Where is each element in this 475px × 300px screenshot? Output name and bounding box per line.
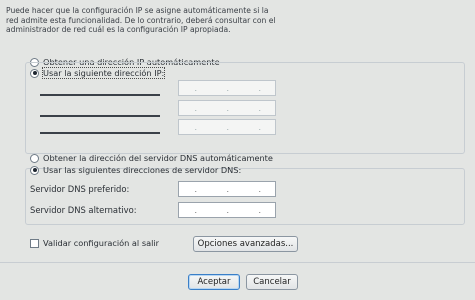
ok-button[interactable]: Aceptar xyxy=(188,274,240,290)
description-line: administrador de red cuál es la configur… xyxy=(6,25,231,34)
dns-auto-radio[interactable] xyxy=(30,153,39,163)
cancel-button[interactable]: Cancelar xyxy=(246,274,298,290)
alternate-dns-label: Servidor DNS alternativo: xyxy=(30,205,137,215)
description-line: Puede hacer que la configuración IP se a… xyxy=(6,6,269,15)
dns-manual-label: Usar las siguientes direcciones de servi… xyxy=(43,165,242,175)
ip-manual-option[interactable]: Usar la siguiente dirección IP: xyxy=(30,67,166,79)
validate-option[interactable]: Validar configuración al salir xyxy=(30,238,159,248)
gateway-label-bar xyxy=(40,132,160,134)
ip-manual-radio[interactable] xyxy=(30,68,39,78)
alternate-dns-field[interactable]: ... xyxy=(178,202,276,218)
subnet-mask-label-bar xyxy=(40,115,160,117)
ip-address-field[interactable]: ... xyxy=(178,80,276,96)
gateway-field[interactable]: ... xyxy=(178,119,276,135)
preferred-dns-field[interactable]: ... xyxy=(178,181,276,197)
ip-address-label-bar xyxy=(40,94,160,96)
description-line: red admite esta funcionalidad. De lo con… xyxy=(6,15,276,25)
preferred-dns-label: Servidor DNS preferido: xyxy=(30,184,130,194)
separator xyxy=(0,262,475,263)
dns-auto-option[interactable]: Obtener la dirección del servidor DNS au… xyxy=(30,153,273,163)
dns-manual-radio[interactable] xyxy=(30,165,39,175)
dns-manual-option[interactable]: Usar las siguientes direcciones de servi… xyxy=(30,165,241,175)
subnet-mask-field[interactable]: ... xyxy=(178,100,276,116)
validate-label: Validar configuración al salir xyxy=(43,238,160,248)
dns-auto-label: Obtener la dirección del servidor DNS au… xyxy=(43,153,273,163)
advanced-options-button[interactable]: Opciones avanzadas... xyxy=(193,236,298,252)
description-text: Puede hacer que la configuración IP se a… xyxy=(6,6,466,35)
ip-manual-label: Usar la siguiente dirección IP: xyxy=(41,67,166,79)
validate-checkbox[interactable] xyxy=(30,238,39,248)
